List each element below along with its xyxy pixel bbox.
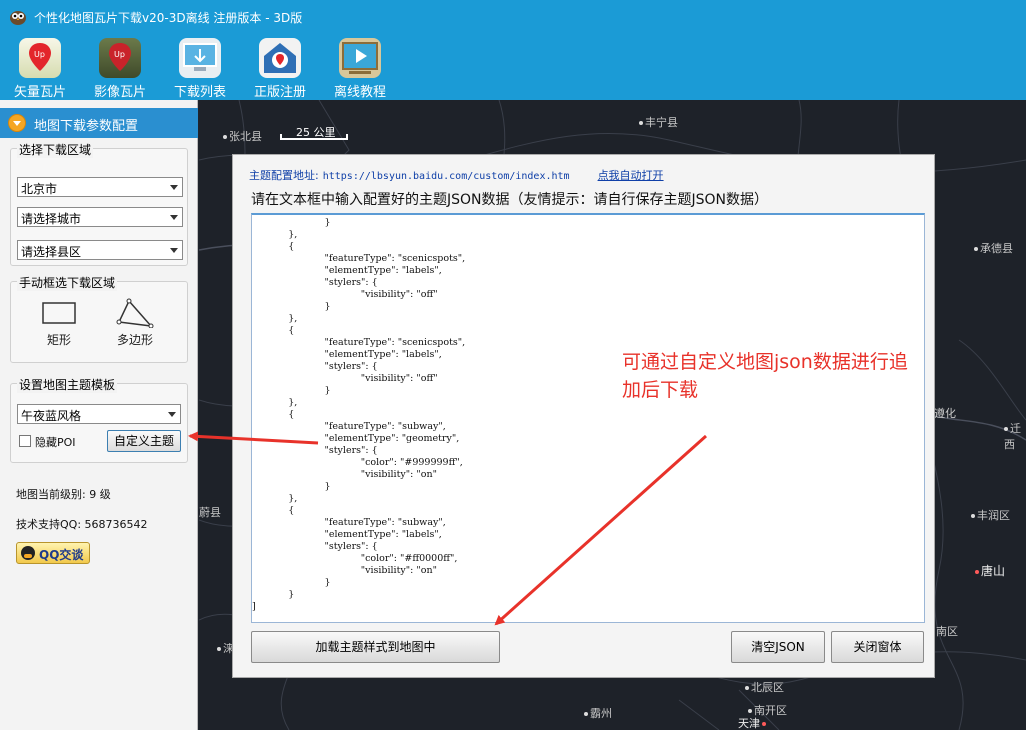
city-select[interactable]: 请选择城市 bbox=[17, 207, 183, 227]
map-place-label: 丰润区 bbox=[971, 507, 1010, 523]
close-dialog-button[interactable]: 关闭窗体 bbox=[831, 631, 924, 663]
toolbar-vector-tiles-button[interactable]: Up 矢量瓦片 bbox=[4, 38, 76, 103]
polygon-icon bbox=[116, 298, 154, 329]
sidebar-header-title: 地图下载参数配置 bbox=[34, 119, 139, 134]
hide-poi-checkbox[interactable] bbox=[19, 435, 31, 447]
sidebar-header[interactable]: 地图下载参数配置 bbox=[0, 108, 198, 138]
province-select[interactable]: 北京市 bbox=[17, 177, 183, 197]
chevron-down-icon bbox=[168, 412, 176, 417]
region-group-legend: 选择下载区域 bbox=[17, 141, 94, 158]
load-theme-button[interactable]: 加载主题样式到地图中 bbox=[251, 631, 500, 663]
toolbar-register-button[interactable]: 正版注册 bbox=[244, 38, 316, 100]
manual-select-group: 手动框选下载区域 矩形 多边形 bbox=[10, 274, 188, 363]
tutorial-play-icon bbox=[339, 38, 381, 78]
district-select[interactable]: 请选择县区 bbox=[17, 240, 183, 260]
config-url: https://lbsyun.baidu.com/custom/index.ht… bbox=[322, 171, 570, 182]
toolbar-label: 下载列表 bbox=[173, 85, 226, 100]
image-tile-icon: Up bbox=[99, 38, 141, 78]
province-select-value: 北京市 bbox=[21, 182, 58, 196]
map-place-label: 承德县 bbox=[974, 240, 1013, 256]
chevron-down-icon bbox=[170, 185, 178, 190]
toolbar-tutorial-button[interactable]: 离线教程 bbox=[324, 38, 396, 100]
toolbar-image-tiles-button[interactable]: Up 影像瓦片 bbox=[84, 38, 156, 100]
window-title: 个性化地图瓦片下载v20-3D离线 注册版本 - 3D版 bbox=[34, 11, 303, 25]
title-bar: 个性化地图瓦片下载v20-3D离线 注册版本 - 3D版 bbox=[0, 0, 1026, 34]
owl-app-icon bbox=[10, 11, 26, 25]
hide-poi-label: 隐藏POI bbox=[35, 436, 76, 449]
scale-bar-line bbox=[280, 134, 348, 140]
svg-text:Up: Up bbox=[114, 50, 125, 59]
json-textarea[interactable]: } }, { "featureType": "scenicspots", "el… bbox=[251, 213, 925, 623]
auto-open-link[interactable]: 点我自动打开 bbox=[598, 169, 664, 182]
toolbar-label: 影像瓦片 bbox=[93, 85, 146, 100]
theme-select[interactable]: 午夜蓝风格 bbox=[17, 404, 181, 424]
zoom-level-text: 地图当前级别: 9 级 bbox=[16, 488, 111, 501]
toolbar-download-list-button[interactable]: 下载列表 bbox=[164, 38, 236, 100]
theme-group-legend: 设置地图主题模板 bbox=[17, 376, 118, 393]
map-place-label: 北辰区 bbox=[745, 679, 784, 695]
map-place-label: 迁西 bbox=[1004, 422, 1021, 451]
map-place-label: 天津 bbox=[738, 715, 768, 730]
map-place-label: 南区 bbox=[936, 625, 958, 638]
chevron-down-icon bbox=[170, 215, 178, 220]
chevron-down-icon bbox=[170, 248, 178, 253]
manual-group-legend: 手动框选下载区域 bbox=[17, 274, 118, 291]
city-select-value: 请选择城市 bbox=[21, 212, 82, 226]
polygon-label: 多边形 bbox=[116, 333, 153, 347]
collapse-chevron-icon[interactable] bbox=[8, 114, 26, 132]
toolbar-label: 正版注册 bbox=[253, 85, 306, 100]
custom-theme-dialog: 主题配置地址: https://lbsyun.baidu.com/custom/i… bbox=[232, 154, 935, 678]
qq-chat-button[interactable]: QQ交谈 bbox=[16, 542, 90, 564]
main-toolbar: Up 矢量瓦片 Up 影像瓦片 下载列表 正版注册 离线教程 bbox=[0, 34, 1026, 103]
map-place-label: 霸州 bbox=[584, 705, 612, 721]
district-select-value: 请选择县区 bbox=[21, 245, 82, 259]
clear-json-button[interactable]: 清空JSON bbox=[731, 631, 825, 663]
annotation-text: 可通过自定义地图json数据进行追加后下载 bbox=[622, 351, 908, 401]
download-list-icon bbox=[179, 38, 221, 78]
json-content: } }, { "featureType": "scenicspots", "el… bbox=[252, 217, 466, 612]
map-place-label: 张北县 bbox=[223, 128, 262, 144]
polygon-select-button[interactable]: 多边形 bbox=[105, 298, 165, 358]
region-group: 选择下载区域 北京市 请选择城市 请选择县区 bbox=[10, 141, 188, 266]
svg-text:Up: Up bbox=[34, 50, 45, 59]
map-place-label: 唐山 bbox=[975, 562, 1005, 579]
map-place-label: 蔚县 bbox=[199, 506, 221, 519]
support-qq-text: 技术支持QQ: 568736542 bbox=[16, 518, 148, 531]
theme-select-value: 午夜蓝风格 bbox=[21, 409, 82, 423]
map-place-label: 丰宁县 bbox=[639, 114, 678, 130]
qq-button-label: QQ交谈 bbox=[39, 548, 84, 562]
toolbar-label: 离线教程 bbox=[333, 85, 386, 100]
rectangle-icon bbox=[42, 302, 76, 324]
vector-tile-icon: Up bbox=[19, 38, 61, 78]
rectangle-select-button[interactable]: 矩形 bbox=[29, 298, 89, 358]
sidebar: 地图下载参数配置 选择下载区域 北京市 请选择城市 请选择县区 手动框选下载区域… bbox=[0, 100, 198, 730]
register-icon bbox=[259, 38, 301, 78]
rectangle-label: 矩形 bbox=[46, 333, 71, 347]
map-place-label: 遵化 bbox=[934, 407, 956, 420]
config-address-label: 主题配置地址: bbox=[249, 169, 319, 182]
theme-group: 设置地图主题模板 午夜蓝风格 隐藏POI 自定义主题 bbox=[10, 376, 188, 463]
custom-theme-button[interactable]: 自定义主题 bbox=[107, 430, 181, 452]
json-input-hint: 请在文本框中输入配置好的主题JSON数据（友情提示：请自行保存主题JSON数据） bbox=[251, 192, 769, 208]
config-address-row: 主题配置地址: https://lbsyun.baidu.com/custom/i… bbox=[249, 167, 664, 183]
map-scale-bar: 25 公里 bbox=[280, 124, 348, 140]
qq-penguin-icon bbox=[21, 546, 35, 560]
